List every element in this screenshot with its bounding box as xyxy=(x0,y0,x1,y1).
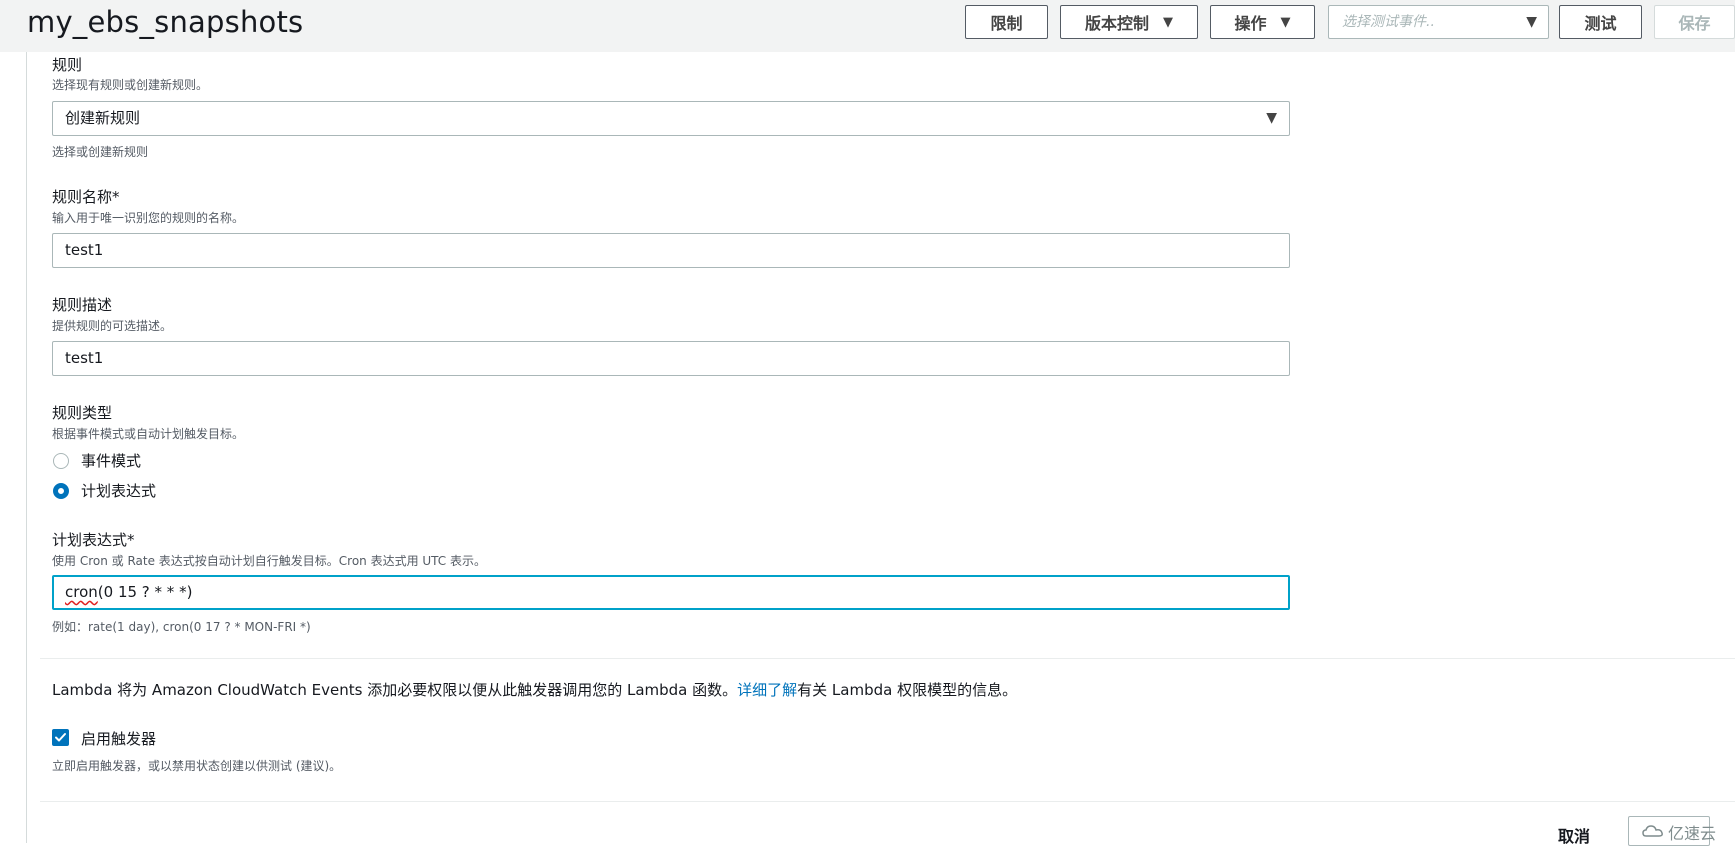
caret-down-icon: ▼ xyxy=(1526,14,1537,30)
rule-label: 规则 xyxy=(52,56,83,74)
permissions-note: Lambda 将为 Amazon CloudWatch Events 添加必要权… xyxy=(52,679,1017,700)
cloud-logo-icon xyxy=(1642,825,1663,837)
checkmark-icon xyxy=(55,733,66,742)
rule-name-value: test1 xyxy=(65,241,104,259)
schedule-expression-label: 计划表达式* xyxy=(52,531,135,549)
enable-trigger-label[interactable]: 启用触发器 xyxy=(81,728,156,749)
schedule-expression-radio[interactable] xyxy=(53,483,69,499)
versions-button-label: 版本控制 xyxy=(1084,14,1149,33)
rule-select-hint: 选择或创建新规则 xyxy=(52,145,149,159)
throttle-button[interactable]: 限制 xyxy=(965,5,1048,39)
save-button-label: 保存 xyxy=(1678,14,1711,33)
content-left-border xyxy=(26,52,27,843)
event-pattern-radio[interactable] xyxy=(53,453,69,469)
section-divider xyxy=(40,658,1735,659)
schedule-expression-value-fn: cron xyxy=(65,583,98,601)
rule-desc-description: 提供规则的可选描述。 xyxy=(52,319,173,333)
watermark-logo: 亿速云 xyxy=(1642,820,1716,844)
rule-type-description: 根据事件模式或自动计划触发目标。 xyxy=(52,427,245,441)
caret-down-icon: ▼ xyxy=(1266,110,1277,126)
watermark-text: 亿速云 xyxy=(1668,824,1717,843)
rule-desc-value: test1 xyxy=(65,349,104,367)
permissions-note-text: Lambda 将为 Amazon CloudWatch Events 添加必要权… xyxy=(52,681,738,699)
rule-name-input[interactable]: test1 xyxy=(52,233,1290,268)
versions-dropdown-button[interactable]: 版本控制 ▼ xyxy=(1060,5,1198,39)
test-button[interactable]: 测试 xyxy=(1559,5,1642,39)
rule-name-description: 输入用于唯一识别您的规则的名称。 xyxy=(52,211,245,225)
rule-desc-input[interactable]: test1 xyxy=(52,341,1290,376)
schedule-expression-value-rest: (0 15 ? * * *) xyxy=(97,583,193,601)
actions-button-label: 操作 xyxy=(1234,14,1267,33)
footer-divider xyxy=(40,801,1735,802)
learn-more-link[interactable]: 详细了解 xyxy=(737,681,797,699)
schedule-expression-input[interactable]: cron(0 15 ? * * *) xyxy=(52,575,1290,610)
caret-down-icon: ▼ xyxy=(1280,14,1291,30)
rule-select[interactable]: 创建新规则 ▼ xyxy=(52,101,1290,136)
event-pattern-option-label[interactable]: 事件模式 xyxy=(81,450,141,471)
enable-trigger-checkbox[interactable] xyxy=(52,729,69,746)
function-name-title: my_ebs_snapshots xyxy=(27,5,304,39)
schedule-expression-description: 使用 Cron 或 Rate 表达式按自动计划自行触发目标。Cron 表达式用 … xyxy=(52,554,487,568)
test-button-label: 测试 xyxy=(1584,14,1617,33)
top-header-bar: my_ebs_snapshots 限制 版本控制 ▼ 操作 ▼ 选择测试事件..… xyxy=(0,0,1735,52)
schedule-expression-option-label[interactable]: 计划表达式 xyxy=(81,480,156,501)
test-event-placeholder: 选择测试事件.. xyxy=(1342,14,1435,30)
rule-description-text: 选择现有规则或创建新规则。 xyxy=(52,78,209,92)
throttle-button-label: 限制 xyxy=(990,14,1023,33)
cancel-button[interactable]: 取消 xyxy=(1558,823,1590,847)
rule-select-value: 创建新规则 xyxy=(65,109,141,127)
enable-trigger-description: 立即启用触发器，或以禁用状态创建以供测试 (建议)。 xyxy=(52,759,342,773)
schedule-expression-example: 例如：rate(1 day), cron(0 17 ? * MON-FRI *) xyxy=(52,620,311,634)
rule-type-label: 规则类型 xyxy=(52,404,113,422)
permissions-note-text-after: 有关 Lambda 权限模型的信息。 xyxy=(797,681,1018,699)
rule-desc-label: 规则描述 xyxy=(52,296,113,314)
test-event-select[interactable]: 选择测试事件.. ▼ xyxy=(1328,5,1549,39)
actions-dropdown-button[interactable]: 操作 ▼ xyxy=(1210,5,1315,39)
caret-down-icon: ▼ xyxy=(1163,14,1173,30)
save-button[interactable]: 保存 xyxy=(1654,5,1735,39)
rule-name-label: 规则名称* xyxy=(52,188,120,206)
